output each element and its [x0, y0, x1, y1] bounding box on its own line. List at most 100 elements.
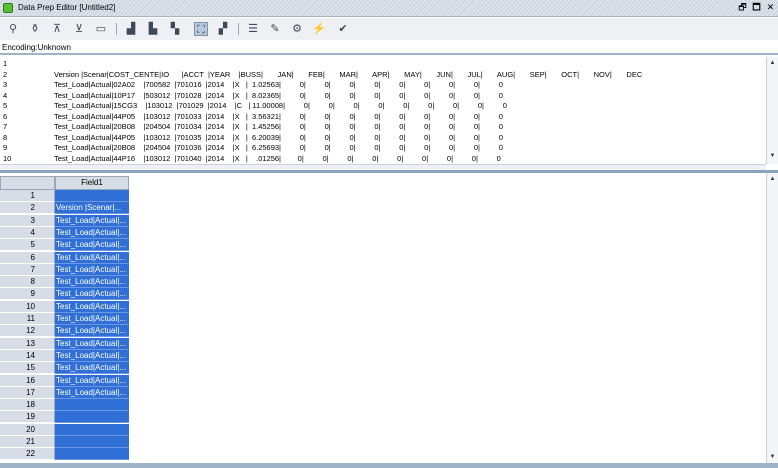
status-bar [0, 463, 778, 468]
grid-cell[interactable]: Test_Load|Actual|... [55, 325, 129, 338]
toolbar-separator [116, 23, 117, 35]
raw-line-number: 4 [3, 90, 8, 100]
grid-cell[interactable]: Test_Load|Actual|... [55, 374, 129, 387]
row-header[interactable]: 16 [0, 374, 55, 387]
close-icon[interactable]: ✕ [765, 2, 776, 13]
raw-line-number: 9 [3, 143, 8, 152]
raw-data-pane[interactable]: 1 2 Version |Scenar|COST_CENTE|IO |ACCT |Y… [0, 57, 766, 164]
row-header[interactable]: 5 [0, 239, 55, 252]
row-header[interactable]: 8 [0, 276, 55, 289]
grid-vertical-scrollbar[interactable]: ▲ ▼ [766, 173, 778, 465]
row-header[interactable]: 15 [0, 362, 55, 375]
field-properties-icon[interactable]: ⚲ [6, 22, 20, 36]
raw-line-text: Test_Load|Actual|20B08 |204504 |701036 |… [54, 143, 503, 152]
row-header[interactable]: 11 [0, 313, 55, 325]
raw-line-text: Test_Load|Actual|20B08 |204504 |701034 |… [54, 122, 503, 131]
raw-line-number: 6 [3, 111, 8, 121]
grid-cell[interactable]: Test_Load|Actual|... [55, 349, 129, 362]
grid-cell[interactable] [55, 423, 129, 436]
row-header[interactable]: 14 [0, 349, 55, 362]
join-fields-icon[interactable]: ⊼ [50, 22, 64, 36]
field-grid: Field1 1 2 Version |Scenar|... 3 Test_Load|A… [0, 173, 778, 468]
grid-cell[interactable]: Test_Load|Actual|... [55, 313, 129, 325]
toolbar: ⚲ ⚱ ⊼ ⊻ ▭ ▟ ▙ ▚ ⛶ ▞ ☰ ✎ ⚙ ⚡ ✔ [0, 18, 778, 40]
grid-cell[interactable]: Test_Load|Actual|... [55, 276, 129, 289]
title-bar: Data Prep Editor [Untitled2] 🗗 🗖 ✕ [0, 0, 778, 17]
maximize-icon[interactable]: 🗖 [751, 2, 762, 13]
raw-line-number: 7 [3, 122, 8, 131]
row-header[interactable]: 20 [0, 423, 55, 436]
grid-cell[interactable]: Test_Load|Actual|... [55, 226, 129, 239]
grid-corner[interactable] [0, 176, 55, 190]
grid-cell[interactable] [55, 448, 129, 461]
grid-cell[interactable]: Test_Load|Actual|... [55, 337, 129, 350]
scroll-down-icon[interactable]: ▼ [768, 453, 777, 462]
grid-cell[interactable] [55, 190, 129, 202]
row-header[interactable]: 19 [0, 411, 55, 424]
restore-icon[interactable]: 🗗 [737, 2, 748, 13]
scroll-down-icon[interactable]: ▼ [768, 152, 777, 161]
scroll-up-icon[interactable]: ▲ [768, 59, 777, 68]
toolbar-separator [238, 23, 239, 35]
grid-cell[interactable] [55, 436, 129, 448]
row-header[interactable]: 17 [0, 386, 55, 399]
row-header[interactable]: 10 [0, 300, 55, 313]
row-header[interactable]: 9 [0, 288, 55, 301]
find-icon[interactable]: ⚙ [290, 22, 304, 36]
ignore-field-icon[interactable]: ⛶ [194, 22, 208, 36]
grid-cell[interactable]: Test_Load|Actual|... [55, 251, 129, 264]
grid-cell[interactable]: Test_Load|Actual|... [55, 300, 129, 313]
select-record-icon[interactable]: ▟ [124, 22, 138, 36]
window-title: Data Prep Editor [Untitled2] [18, 3, 116, 12]
grid-cell[interactable] [55, 399, 129, 412]
row-header[interactable]: 21 [0, 436, 55, 448]
row-header[interactable]: 7 [0, 263, 55, 276]
row-header[interactable]: 1 [0, 190, 55, 202]
grid-cell[interactable]: Test_Load|Actual|... [55, 263, 129, 276]
row-header[interactable]: 18 [0, 399, 55, 412]
raw-line-text: Test_Load|Actual|44P16 |103012 |701040 |… [54, 153, 501, 163]
row-header[interactable]: 13 [0, 337, 55, 350]
raw-line-number: 3 [3, 80, 8, 89]
raw-line-text: Test_Load|Actual|10P17 |503012 |701028 |… [54, 90, 503, 100]
grid-cell[interactable]: Test_Load|Actual|... [55, 239, 129, 252]
create-field-icon[interactable]: ▭ [94, 22, 108, 36]
grid-cell[interactable]: Test_Load|Actual|... [55, 288, 129, 301]
dimension-build-icon[interactable]: ▞ [216, 22, 230, 36]
edit-icon[interactable]: ✎ [268, 22, 282, 36]
validate-icon[interactable]: ✔ [336, 22, 350, 36]
data-prep-editor-icon [3, 3, 13, 13]
row-header[interactable]: 3 [0, 214, 55, 227]
grid-cell[interactable]: Test_Load|Actual|... [55, 386, 129, 399]
raw-data-vertical-scrollbar[interactable]: ▲ ▼ [766, 57, 778, 164]
raw-line-number: 10 [3, 153, 12, 163]
data-load-settings-icon[interactable]: ☰ [246, 22, 260, 36]
raw-line-text: Version |Scenar|COST_CENTE|IO |ACCT |YEA… [54, 69, 643, 79]
associate-outline-icon[interactable]: ⚡ [312, 22, 326, 36]
raw-line-text: Test_Load|Actual|15CG3 |103012 |701029 |… [54, 101, 507, 110]
row-header[interactable]: 22 [0, 448, 55, 461]
column-header-field1[interactable]: Field1 [55, 176, 129, 190]
grid-cell[interactable]: Test_Load|Actual|... [55, 362, 129, 375]
raw-line-number: 1 [3, 59, 8, 68]
split-fields-icon[interactable]: ⊻ [72, 22, 86, 36]
raw-line-number: 2 [3, 69, 8, 79]
raw-line-text: Test_Load|Actual|44P05 |103012 |701035 |… [54, 132, 503, 142]
row-header[interactable]: 6 [0, 251, 55, 264]
delete-record-icon[interactable]: ▚ [168, 22, 182, 36]
row-header[interactable]: 4 [0, 226, 55, 239]
grid-cell[interactable] [55, 411, 129, 424]
raw-line-text: Test_Load|Actual|02A02 |700582 |701016 |… [54, 80, 503, 89]
grid-cell[interactable]: Version |Scenar|... [55, 202, 129, 215]
raw-line-text: Test_Load|Actual|44P05 |103012 |701033 |… [54, 111, 503, 121]
reject-record-icon[interactable]: ▙ [146, 22, 160, 36]
scroll-up-icon[interactable]: ▲ [768, 175, 777, 184]
row-header[interactable]: 2 [0, 202, 55, 215]
raw-line-number: 5 [3, 101, 8, 110]
raw-line-number: 8 [3, 132, 8, 142]
divider [0, 53, 778, 55]
row-header[interactable]: 12 [0, 325, 55, 338]
encoding-label: Encoding:Unknown [2, 43, 71, 52]
field-move-icon[interactable]: ⚱ [28, 22, 42, 36]
grid-cell[interactable]: Test_Load|Actual|... [55, 214, 129, 227]
